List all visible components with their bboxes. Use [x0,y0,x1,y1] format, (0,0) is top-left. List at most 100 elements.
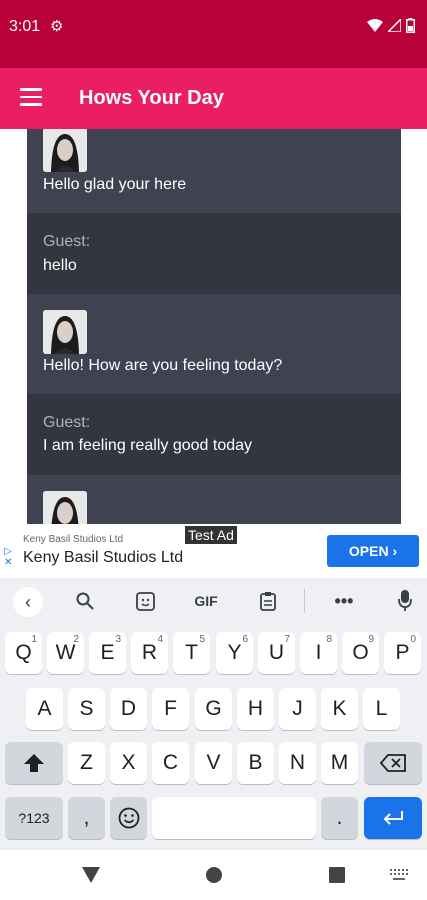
ad-open-label: OPEN [348,543,389,559]
key-s[interactable]: S [68,688,105,730]
key-m[interactable]: M [321,742,358,784]
key-label: E [100,641,115,664]
chat-message-guest: Guest: I am feeling really good today [27,394,401,475]
sticker-icon[interactable] [132,587,158,615]
key-g[interactable]: G [195,688,232,730]
key-b[interactable]: B [237,742,274,784]
key-label: U [268,641,285,664]
key-o[interactable]: O9 [342,632,379,674]
ad-advertiser: Keny Basil Studios Ltd [23,549,184,566]
chat-message-text: I am feeling really good today [43,437,253,454]
key-r[interactable]: R4 [131,632,168,674]
ad-open-button[interactable]: OPEN › [327,535,419,567]
key-v[interactable]: V [195,742,232,784]
key-hint: 1 [31,634,37,645]
hamburger-menu-icon[interactable] [20,88,42,106]
key-hint: 6 [242,634,248,645]
key-label: Y [227,641,242,664]
keyboard-toolbar: ‹ GIF ••• [0,578,427,624]
chat-message-text: Hello glad your here [43,176,187,193]
system-nav-bar [0,850,427,900]
status-time: 3:01 [9,18,41,35]
search-icon[interactable] [72,587,98,615]
clipboard-icon[interactable] [255,587,281,615]
key-hint: 0 [410,634,416,645]
key-i[interactable]: I8 [300,632,337,674]
ad-advertiser-small: Keny Basil Studios Ltd [23,534,124,545]
key-l[interactable]: L [363,688,400,730]
key-f[interactable]: F [152,688,189,730]
key-hint: 9 [368,634,374,645]
soft-keyboard: ‹ GIF ••• Q1 W2 E3 R4 T5 Y6 U7 I8 O9 P0 … [0,578,427,850]
key-label: R [141,641,158,664]
key-t[interactable]: T5 [173,632,210,674]
key-k[interactable]: K [321,688,358,730]
backspace-key[interactable] [364,742,422,784]
key-y[interactable]: Y6 [216,632,253,674]
key-j[interactable]: J [279,688,316,730]
shift-key[interactable] [5,742,63,784]
key-q[interactable]: Q1 [5,632,42,674]
key-z[interactable]: Z [68,742,105,784]
emoji-key[interactable] [110,797,147,839]
key-label: P [395,641,410,664]
key-label: O [352,641,369,664]
signal-icon [388,19,401,32]
key-a[interactable]: A [26,688,63,730]
period-key[interactable]: . [321,797,358,839]
app-title: Hows Your Day [79,87,224,109]
collapse-back-icon[interactable]: ‹ [13,587,43,617]
gif-button[interactable]: GIF [190,587,222,615]
divider [304,589,305,613]
more-options-icon[interactable]: ••• [331,587,357,615]
key-x[interactable]: X [110,742,147,784]
adchoices-icon[interactable]: ▷ ✕ [4,546,12,568]
status-bar: 3:01 ⚙ [0,0,427,68]
key-p[interactable]: P0 [384,632,421,674]
comma-key[interactable]: , [68,797,105,839]
key-hint: 8 [326,634,332,645]
chat-message-bot [27,475,401,524]
key-hint: 4 [157,634,163,645]
bot-avatar [43,491,87,524]
key-label: Q [15,641,32,664]
key-e[interactable]: E3 [89,632,126,674]
key-d[interactable]: D [110,688,147,730]
key-n[interactable]: N [279,742,316,784]
keyboard-switch-icon[interactable] [390,869,408,881]
ad-banner[interactable]: ▷ ✕ Keny Basil Studios Ltd Keny Basil Stu… [0,524,427,578]
key-u[interactable]: U7 [258,632,295,674]
key-label: I [315,641,322,664]
enter-key[interactable] [364,797,422,839]
microphone-icon[interactable] [393,587,417,615]
symbols-key[interactable]: ?123 [5,797,63,839]
key-c[interactable]: C [152,742,189,784]
shift-arrow-icon [24,754,44,773]
chevron-right-icon: › [392,543,398,559]
recents-nav-icon[interactable] [329,867,345,883]
settings-gear-icon: ⚙ [50,18,64,35]
key-hint: 2 [73,634,79,645]
key-label: T [185,641,198,664]
chat-message-bot: Hello! How are you feeling today? [27,294,401,394]
bot-avatar [43,310,87,354]
key-hint: 3 [115,634,121,645]
bot-avatar [43,129,87,172]
status-icons [367,18,415,33]
chat-message-text: Hello! How are you feeling today? [43,357,283,374]
chat-message-text: hello [43,257,77,274]
back-nav-icon[interactable] [81,866,101,884]
wifi-icon [367,19,383,32]
backspace-icon [379,754,406,773]
key-w[interactable]: W2 [47,632,84,674]
key-h[interactable]: H [237,688,274,730]
key-hint: 7 [284,634,290,645]
spacebar[interactable] [152,797,316,839]
home-nav-icon[interactable] [205,866,223,884]
key-hint: 5 [199,634,205,645]
guest-label: Guest: [43,233,91,250]
key-label: W [55,641,76,664]
emoji-icon [118,808,139,829]
chat-list[interactable]: Hello glad your here Guest: hello Hello!… [27,129,401,524]
chat-message-bot: Hello glad your here [27,129,401,213]
